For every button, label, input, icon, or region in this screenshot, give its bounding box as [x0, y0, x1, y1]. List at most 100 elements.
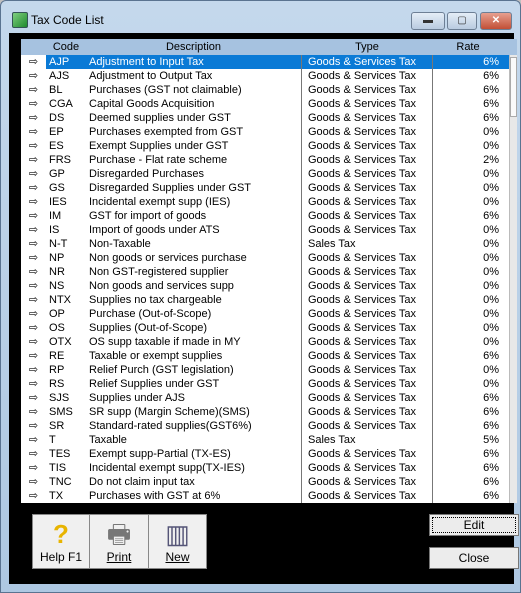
table-row[interactable]: ⇨ RE Taxable or exempt supplies Goods & Ser…: [21, 349, 517, 363]
cell-type: Goods & Services Tax: [301, 265, 433, 279]
row-arrow-icon: ⇨: [28, 350, 39, 362]
cell-description: Supplies (Out-of-Scope): [89, 322, 207, 334]
help-label: Help F1: [39, 550, 83, 564]
row-arrow-icon: ⇨: [28, 70, 39, 82]
table-row[interactable]: ⇨ ES Exempt Supplies under GST Goods & Serv…: [21, 139, 517, 153]
cell-description: Do not claim input tax: [89, 476, 195, 488]
header-code[interactable]: Code: [46, 39, 86, 55]
table-row[interactable]: ⇨ TES Exempt supp-Partial (TX-ES) Goods & S…: [21, 447, 517, 461]
cell-description: OS supp taxable if made in MY: [89, 336, 241, 348]
table-row[interactable]: ⇨ T Taxable Sales Tax 5%: [21, 433, 517, 447]
row-arrow-icon: ⇨: [28, 308, 39, 320]
cell-description: SR supp (Margin Scheme)(SMS): [89, 406, 250, 418]
cell-code: EP: [49, 126, 64, 138]
table-row[interactable]: ⇨ OS Supplies (Out-of-Scope) Goods & Servic…: [21, 321, 517, 335]
cell-type: Goods & Services Tax: [301, 167, 433, 181]
cell-type: Goods & Services Tax: [301, 405, 433, 419]
table-row[interactable]: ⇨ GS Disregarded Supplies under GST Goods &…: [21, 181, 517, 195]
cell-description: Standard-rated supplies(GST6%): [89, 420, 252, 432]
table-row[interactable]: ⇨ TIS Incidental exempt supp(TX-IES) Goods …: [21, 461, 517, 475]
row-arrow-icon: ⇨: [28, 434, 39, 446]
cell-code: TNC: [49, 476, 72, 488]
cell-code: AJP: [49, 56, 70, 68]
table-row[interactable]: ⇨ N-T Non-Taxable Sales Tax 0%: [21, 237, 517, 251]
grid-header: Code Description Type Rate: [21, 39, 517, 55]
cell-type: Goods & Services Tax: [301, 83, 433, 97]
vertical-scrollbar[interactable]: [509, 55, 517, 503]
row-arrow-icon: ⇨: [28, 336, 39, 348]
table-row[interactable]: ⇨ DS Deemed supplies under GST Goods & Serv…: [21, 111, 517, 125]
header-rate[interactable]: Rate: [433, 39, 503, 55]
cell-code: T: [49, 434, 56, 446]
table-row[interactable]: ⇨ BL Purchases (GST not claimable) Goods & …: [21, 83, 517, 97]
cell-code: NP: [49, 252, 65, 264]
close-window-button[interactable]: ✕: [480, 12, 512, 30]
row-arrow-icon: ⇨: [28, 182, 39, 194]
cell-description: Non goods and services supp: [89, 280, 234, 292]
cell-type: Goods & Services Tax: [301, 125, 433, 139]
row-arrow-icon: ⇨: [28, 322, 39, 334]
header-type[interactable]: Type: [301, 39, 433, 55]
table-row[interactable]: ⇨ NP Non goods or services purchase Goods &…: [21, 251, 517, 265]
table-row[interactable]: ⇨ NR Non GST-registered supplier Goods & Se…: [21, 265, 517, 279]
table-row[interactable]: ⇨ OTX OS supp taxable if made in MY Goods &…: [21, 335, 517, 349]
cell-code: RE: [49, 350, 65, 362]
cell-rate: 6%: [483, 70, 499, 82]
cell-type: Goods & Services Tax: [301, 97, 433, 111]
cell-description: Taxable or exempt supplies: [89, 350, 223, 362]
cell-description: Adjustment to Output Tax: [89, 70, 213, 82]
table-row[interactable]: ⇨ SR Standard-rated supplies(GST6%) Goods &…: [21, 419, 517, 433]
table-row[interactable]: ⇨ AJP Adjustment to Input Tax Goods & Servi…: [21, 55, 517, 69]
table-row[interactable]: ⇨ FRS Purchase - Flat rate scheme Goods & S…: [21, 153, 517, 167]
cell-description: Relief Purch (GST legislation): [89, 364, 234, 376]
row-arrow-icon: ⇨: [28, 378, 39, 390]
cell-type: Goods & Services Tax: [301, 489, 433, 503]
cell-code: SMS: [49, 406, 73, 418]
cell-code: RP: [49, 364, 65, 376]
table-row[interactable]: ⇨ CGA Capital Goods Acquisition Goods & Ser…: [21, 97, 517, 111]
table-row[interactable]: ⇨ SMS SR supp (Margin Scheme)(SMS) Goods & …: [21, 405, 517, 419]
help-button[interactable]: ? Help F1: [32, 514, 90, 569]
table-row[interactable]: ⇨ GP Disregarded Purchases Goods & Services…: [21, 167, 517, 181]
cell-code: FRS: [49, 154, 71, 166]
row-arrow-icon: ⇨: [28, 238, 39, 250]
table-row[interactable]: ⇨ AJS Adjustment to Output Tax Goods & Serv…: [21, 69, 517, 83]
table-row[interactable]: ⇨ EP Purchases exempted from GST Goods & Se…: [21, 125, 517, 139]
maximize-button[interactable]: ▢: [447, 12, 477, 30]
scrollbar-thumb[interactable]: [510, 57, 517, 117]
header-description[interactable]: Description: [86, 39, 301, 55]
table-row[interactable]: ⇨ SJS Supplies under AJS Goods & Services T…: [21, 391, 517, 405]
edit-button[interactable]: Edit: [429, 514, 519, 536]
cell-rate: 6%: [483, 392, 499, 404]
table-row[interactable]: ⇨ RP Relief Purch (GST legislation) Goods &…: [21, 363, 517, 377]
cell-description: Capital Goods Acquisition: [89, 98, 215, 110]
table-row[interactable]: ⇨ OP Purchase (Out-of-Scope) Goods & Servic…: [21, 307, 517, 321]
cell-rate: 2%: [483, 154, 499, 166]
minimize-button[interactable]: ▬: [411, 12, 445, 30]
table-row[interactable]: ⇨ IES Incidental exempt supp (IES) Goods & …: [21, 195, 517, 209]
close-button[interactable]: Close: [429, 547, 519, 569]
app-icon: [12, 12, 28, 28]
cell-description: Purchases exempted from GST: [89, 126, 244, 138]
cell-description: Purchase - Flat rate scheme: [89, 154, 228, 166]
cell-type: Goods & Services Tax: [301, 111, 433, 125]
cell-code: TX: [49, 490, 64, 502]
table-row[interactable]: ⇨ RS Relief Supplies under GST Goods & Serv…: [21, 377, 517, 391]
table-row[interactable]: ⇨ TNC Do not claim input tax Goods & Servic…: [21, 475, 517, 489]
cell-rate: 0%: [483, 336, 499, 348]
new-icon: ▥: [165, 519, 190, 549]
table-row[interactable]: ⇨ TX Purchases with GST at 6% Goods & Servi…: [21, 489, 517, 503]
cell-rate: 6%: [483, 448, 499, 460]
table-row[interactable]: ⇨ NTX Supplies no tax chargeable Goods & Se…: [21, 293, 517, 307]
table-row[interactable]: ⇨ NS Non goods and services supp Goods & Se…: [21, 279, 517, 293]
cell-type: Goods & Services Tax: [301, 447, 433, 461]
new-button[interactable]: ▥ New: [148, 514, 207, 569]
cell-code: NTX: [49, 294, 71, 306]
print-button[interactable]: 🖶 Print: [89, 514, 149, 569]
cell-rate: 0%: [483, 224, 499, 236]
cell-type: Goods & Services Tax: [301, 279, 433, 293]
table-row[interactable]: ⇨ IS Import of goods under ATS Goods & Serv…: [21, 223, 517, 237]
row-arrow-icon: ⇨: [28, 406, 39, 418]
table-row[interactable]: ⇨ IM GST for import of goods Goods & Servic…: [21, 209, 517, 223]
cell-rate: 0%: [483, 364, 499, 376]
